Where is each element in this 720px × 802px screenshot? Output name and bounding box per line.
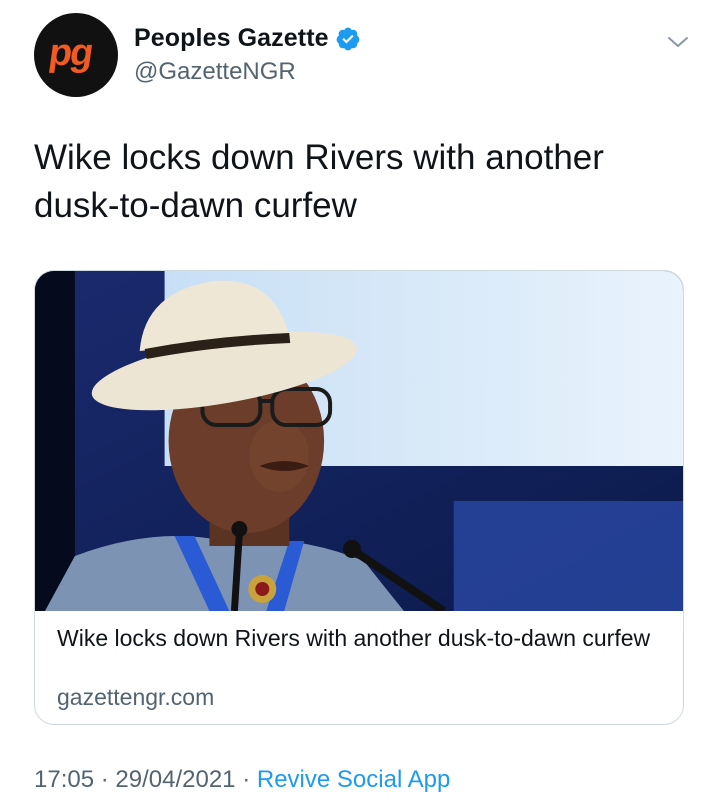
tweet-text-line: dusk-to-dawn curfew — [34, 186, 357, 225]
tweet-source-link[interactable]: Revive Social App — [257, 766, 450, 793]
tweet-date[interactable]: 29/04/2021 — [115, 766, 235, 793]
chevron-down-icon[interactable] — [666, 30, 690, 54]
card-title[interactable]: Wike locks down Rivers with another dusk… — [57, 623, 667, 654]
handle[interactable]: @GazetteNGR — [134, 58, 296, 86]
tweet-time[interactable]: 17:05 — [34, 766, 94, 793]
card-image[interactable] — [35, 271, 683, 611]
verified-badge-icon — [335, 26, 361, 52]
tweet-text-line: Wike locks down Rivers with another — [34, 138, 604, 177]
meta-separator: · — [100, 766, 109, 793]
tweet-meta: 17:05 · 29/04/2021 · Revive Social App — [34, 766, 450, 794]
tweet: pg Peoples Gazette @GazetteNGR Wike lock… — [0, 0, 720, 802]
avatar[interactable]: pg — [34, 13, 118, 97]
avatar-logo: pg — [46, 31, 94, 74]
avatar-logo-text: pg — [46, 31, 94, 74]
tweet-text: Wike locks down Rivers with another dusk… — [34, 134, 684, 230]
display-name[interactable]: Peoples Gazette — [134, 24, 329, 53]
meta-separator: · — [242, 766, 251, 793]
card-domain: gazettengr.com — [57, 684, 215, 710]
name-row: Peoples Gazette — [134, 24, 361, 53]
link-card[interactable]: Wike locks down Rivers with another dusk… — [34, 270, 684, 725]
